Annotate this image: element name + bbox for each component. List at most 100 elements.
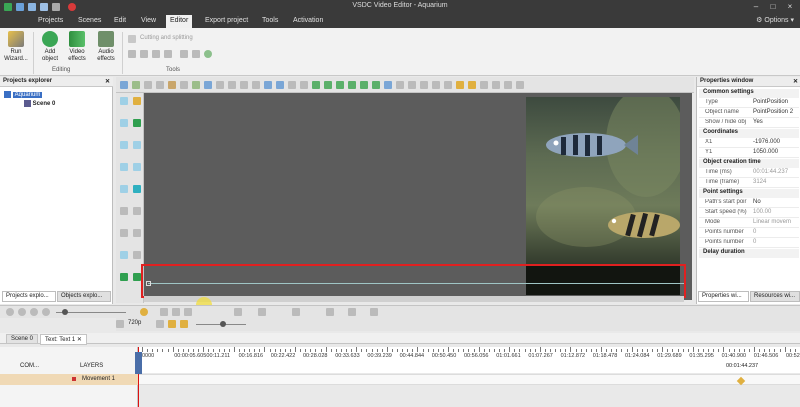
playback-tool-icon[interactable]: [326, 308, 334, 316]
timeline-cursor-handle[interactable]: [135, 352, 142, 374]
prop-value[interactable]: PointPosition 2: [753, 109, 793, 115]
playback-tool-icon[interactable]: [258, 308, 266, 316]
close-icon[interactable]: ✕: [793, 78, 798, 85]
menu-activation[interactable]: Activation: [289, 16, 327, 25]
section-point-settings[interactable]: Point settings: [699, 189, 799, 198]
toolbar-tool-icon[interactable]: [204, 81, 212, 89]
video-effects-button[interactable]: Video effects: [65, 31, 89, 63]
toolbar-tool-icon[interactable]: [504, 81, 512, 89]
toolbar-tool-icon[interactable]: [180, 81, 188, 89]
menu-view[interactable]: View: [137, 16, 160, 25]
options-menu[interactable]: ⚙ Options ▾: [756, 16, 794, 24]
toolbar-tool-icon[interactable]: [144, 81, 152, 89]
toolbar-tool-icon[interactable]: [372, 81, 380, 89]
section-coordinates[interactable]: Coordinates: [699, 129, 799, 138]
object-tool-icon[interactable]: [120, 229, 128, 237]
preview-tool-icon[interactable]: [168, 320, 176, 328]
resolution-select[interactable]: 720p: [128, 320, 141, 326]
tree-item-aquarium[interactable]: Aquarium: [4, 91, 43, 99]
tree-item-scene-0[interactable]: Scene 0: [24, 100, 55, 107]
object-tool-icon[interactable]: [120, 273, 128, 281]
toolbar-tool-icon[interactable]: [396, 81, 404, 89]
zoom-slider-thumb[interactable]: [220, 321, 226, 327]
preview-icon[interactable]: [116, 320, 124, 328]
object-tool-icon[interactable]: [120, 141, 128, 149]
close-icon[interactable]: ✕: [105, 78, 110, 85]
keyframe-marker[interactable]: [736, 376, 746, 386]
playback-tool-icon[interactable]: [234, 308, 242, 316]
play-icon[interactable]: [30, 308, 38, 316]
prop-value[interactable]: 0: [753, 239, 756, 245]
toolbar-tool-icon[interactable]: [468, 81, 476, 89]
toolbar-tool-icon[interactable]: [348, 81, 356, 89]
object-tool-icon[interactable]: [133, 97, 141, 105]
volume-slider-thumb[interactable]: [62, 309, 68, 315]
toolbar-tool-icon[interactable]: [300, 81, 308, 89]
tool-icon[interactable]: [180, 50, 188, 58]
track-header-movement-1[interactable]: Movement 1: [0, 374, 138, 385]
timeline-ruler[interactable]: (function(){ const ruler=document.curren…: [138, 347, 800, 373]
prop-value[interactable]: No: [753, 199, 761, 205]
tab-resources-window[interactable]: Resources wi...: [750, 291, 800, 302]
toolbar-tool-icon[interactable]: [324, 81, 332, 89]
toolbar-tool-icon[interactable]: [516, 81, 524, 89]
menu-edit[interactable]: Edit: [110, 16, 130, 25]
tab-properties-window[interactable]: Properties wi...: [698, 291, 749, 302]
toolbar-tool-icon[interactable]: [408, 81, 416, 89]
preview-tool-icon[interactable]: [156, 320, 164, 328]
section-common-settings[interactable]: Common settings: [699, 89, 799, 98]
clock-icon[interactable]: [140, 308, 148, 316]
object-tool-icon[interactable]: [120, 207, 128, 215]
toolbar-tool-icon[interactable]: [444, 81, 452, 89]
tool-icon[interactable]: [140, 50, 148, 58]
toolbar-tool-icon[interactable]: [456, 81, 464, 89]
record-icon[interactable]: [6, 308, 14, 316]
add-object-button[interactable]: Add object: [38, 31, 62, 63]
playback-tool-icon[interactable]: [184, 308, 192, 316]
menu-export-project[interactable]: Export project: [201, 16, 252, 25]
prop-value[interactable]: -1976.000: [753, 139, 780, 145]
toolbar-tool-icon[interactable]: [384, 81, 392, 89]
menu-tools[interactable]: Tools: [258, 16, 282, 25]
tool-icon[interactable]: [204, 50, 212, 58]
toolbar-tool-icon[interactable]: [432, 81, 440, 89]
prop-value[interactable]: 1050.000: [753, 149, 778, 155]
horizontal-scrollbar[interactable]: [144, 296, 684, 302]
toolbar-tool-icon[interactable]: [492, 81, 500, 89]
toolbar-tool-icon[interactable]: [168, 81, 176, 89]
object-tool-icon[interactable]: [133, 207, 141, 215]
prop-value[interactable]: PointPosition: [753, 99, 788, 105]
toolbar-tool-icon[interactable]: [192, 81, 200, 89]
toolbar-tool-icon[interactable]: [336, 81, 344, 89]
tool-icon[interactable]: [128, 50, 136, 58]
object-tool-icon[interactable]: [133, 119, 141, 127]
prop-value[interactable]: 100.00: [753, 209, 771, 215]
section-object-creation-time[interactable]: Object creation time: [699, 159, 799, 168]
object-tool-icon[interactable]: [133, 251, 141, 259]
toolbar-tool-icon[interactable]: [216, 81, 224, 89]
timeline-track[interactable]: [138, 374, 800, 386]
menu-scenes[interactable]: Scenes: [74, 16, 105, 25]
tool-icon[interactable]: [192, 50, 200, 58]
section-delay-duration[interactable]: Delay duration: [699, 249, 799, 258]
tool-icon[interactable]: [164, 50, 172, 58]
object-tool-icon[interactable]: [120, 119, 128, 127]
tab-projects-explorer[interactable]: Projects explo...: [2, 291, 56, 302]
object-tool-icon[interactable]: [133, 185, 141, 193]
toolbar-tool-icon[interactable]: [240, 81, 248, 89]
minimize-button[interactable]: –: [748, 1, 764, 13]
toolbar-tool-icon[interactable]: [288, 81, 296, 89]
audio-effects-button[interactable]: Audio effects: [93, 31, 119, 63]
toolbar-tool-icon[interactable]: [480, 81, 488, 89]
object-tool-icon[interactable]: [133, 163, 141, 171]
toolbar-tool-icon[interactable]: [360, 81, 368, 89]
object-tool-icon[interactable]: [120, 185, 128, 193]
object-tool-icon[interactable]: [133, 141, 141, 149]
tab-objects-explorer[interactable]: Objects explo...: [57, 291, 111, 302]
object-tool-icon[interactable]: [120, 97, 128, 105]
stop-icon[interactable]: [42, 308, 50, 316]
toolbar-tool-icon[interactable]: [132, 81, 140, 89]
object-tool-icon[interactable]: [133, 273, 141, 281]
menu-projects[interactable]: Projects: [34, 16, 67, 25]
toolbar-tool-icon[interactable]: [228, 81, 236, 89]
